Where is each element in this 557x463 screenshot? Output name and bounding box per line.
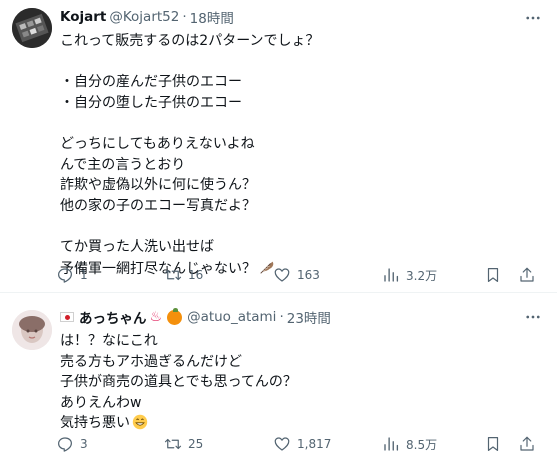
tweet[interactable]: あっちゃん ♨ @atuo_atami · 23時間 は！？なにこれ 売る方もア… (0, 293, 557, 463)
separator-dot: · (279, 309, 284, 325)
display-name[interactable]: あっちゃん (79, 307, 147, 327)
like-count: 1,817 (297, 437, 332, 451)
separator-dot: · (182, 9, 187, 25)
repost-count: 16 (188, 268, 204, 282)
handle[interactable]: @Kojart52 (109, 9, 179, 25)
tweet-actions: 1 16 163 3.2万 (48, 264, 548, 286)
share-icon (520, 436, 534, 451)
japan-flag-emoji (60, 312, 74, 322)
timestamp[interactable]: 18時間 (190, 7, 234, 27)
bookmark-button[interactable] (484, 433, 502, 455)
tweet-text: は！？なにこれ 売る方もアホ過ぎるんだけど 子供が商売の道具とでも思ってんの？ … (60, 331, 537, 437)
like-count: 163 (297, 268, 320, 282)
views-count: 3.2万 (406, 268, 438, 283)
bookmark-icon (487, 437, 499, 451)
more-icon[interactable] (523, 8, 543, 28)
tweet-header: あっちゃん ♨ @atuo_atami · 23時間 (60, 307, 517, 327)
tweet-actions: 3 25 1,817 8.5万 (48, 433, 548, 455)
avatar[interactable] (12, 310, 52, 350)
share-icon (520, 267, 534, 282)
bookmark-icon (487, 268, 499, 282)
reply-button[interactable]: 3 (56, 433, 88, 455)
like-icon (274, 268, 290, 282)
like-button[interactable]: 1,817 (273, 433, 331, 455)
hot-springs-emoji: ♨ (149, 309, 163, 325)
repost-icon (164, 438, 182, 450)
tweet-text: これって販売するのは2パターンでしょ？ ・自分の産んだ子供のエコー ・自分の堕し… (60, 31, 537, 282)
more-icon[interactable] (523, 307, 543, 327)
views-button[interactable]: 8.5万 (382, 433, 437, 455)
like-icon (274, 437, 290, 451)
reply-button[interactable]: 1 (56, 264, 88, 286)
repost-button[interactable]: 16 (164, 264, 203, 286)
share-button[interactable] (518, 264, 536, 286)
reply-count: 1 (80, 268, 88, 282)
share-button[interactable] (518, 433, 536, 455)
handle[interactable]: @atuo_atami (187, 309, 276, 325)
reply-icon (58, 437, 72, 452)
views-icon (384, 437, 399, 451)
repost-count: 25 (188, 437, 204, 451)
views-icon (384, 268, 399, 282)
reply-icon (58, 268, 72, 283)
tweet[interactable]: Kojart @Kojart52 · 18時間 これって販売するのは2パターンで… (0, 0, 557, 293)
avatar[interactable] (12, 8, 52, 48)
views-button[interactable]: 3.2万 (382, 264, 437, 286)
bookmark-button[interactable] (484, 264, 502, 286)
display-name[interactable]: Kojart (60, 9, 106, 25)
reply-count: 3 (80, 437, 88, 451)
repost-icon (164, 269, 182, 281)
like-button[interactable]: 163 (273, 264, 320, 286)
tangerine-emoji (167, 307, 183, 325)
tweet-header: Kojart @Kojart52 · 18時間 (60, 7, 517, 27)
views-count: 8.5万 (406, 437, 438, 452)
repost-button[interactable]: 25 (164, 433, 203, 455)
timestamp[interactable]: 23時間 (287, 307, 331, 327)
